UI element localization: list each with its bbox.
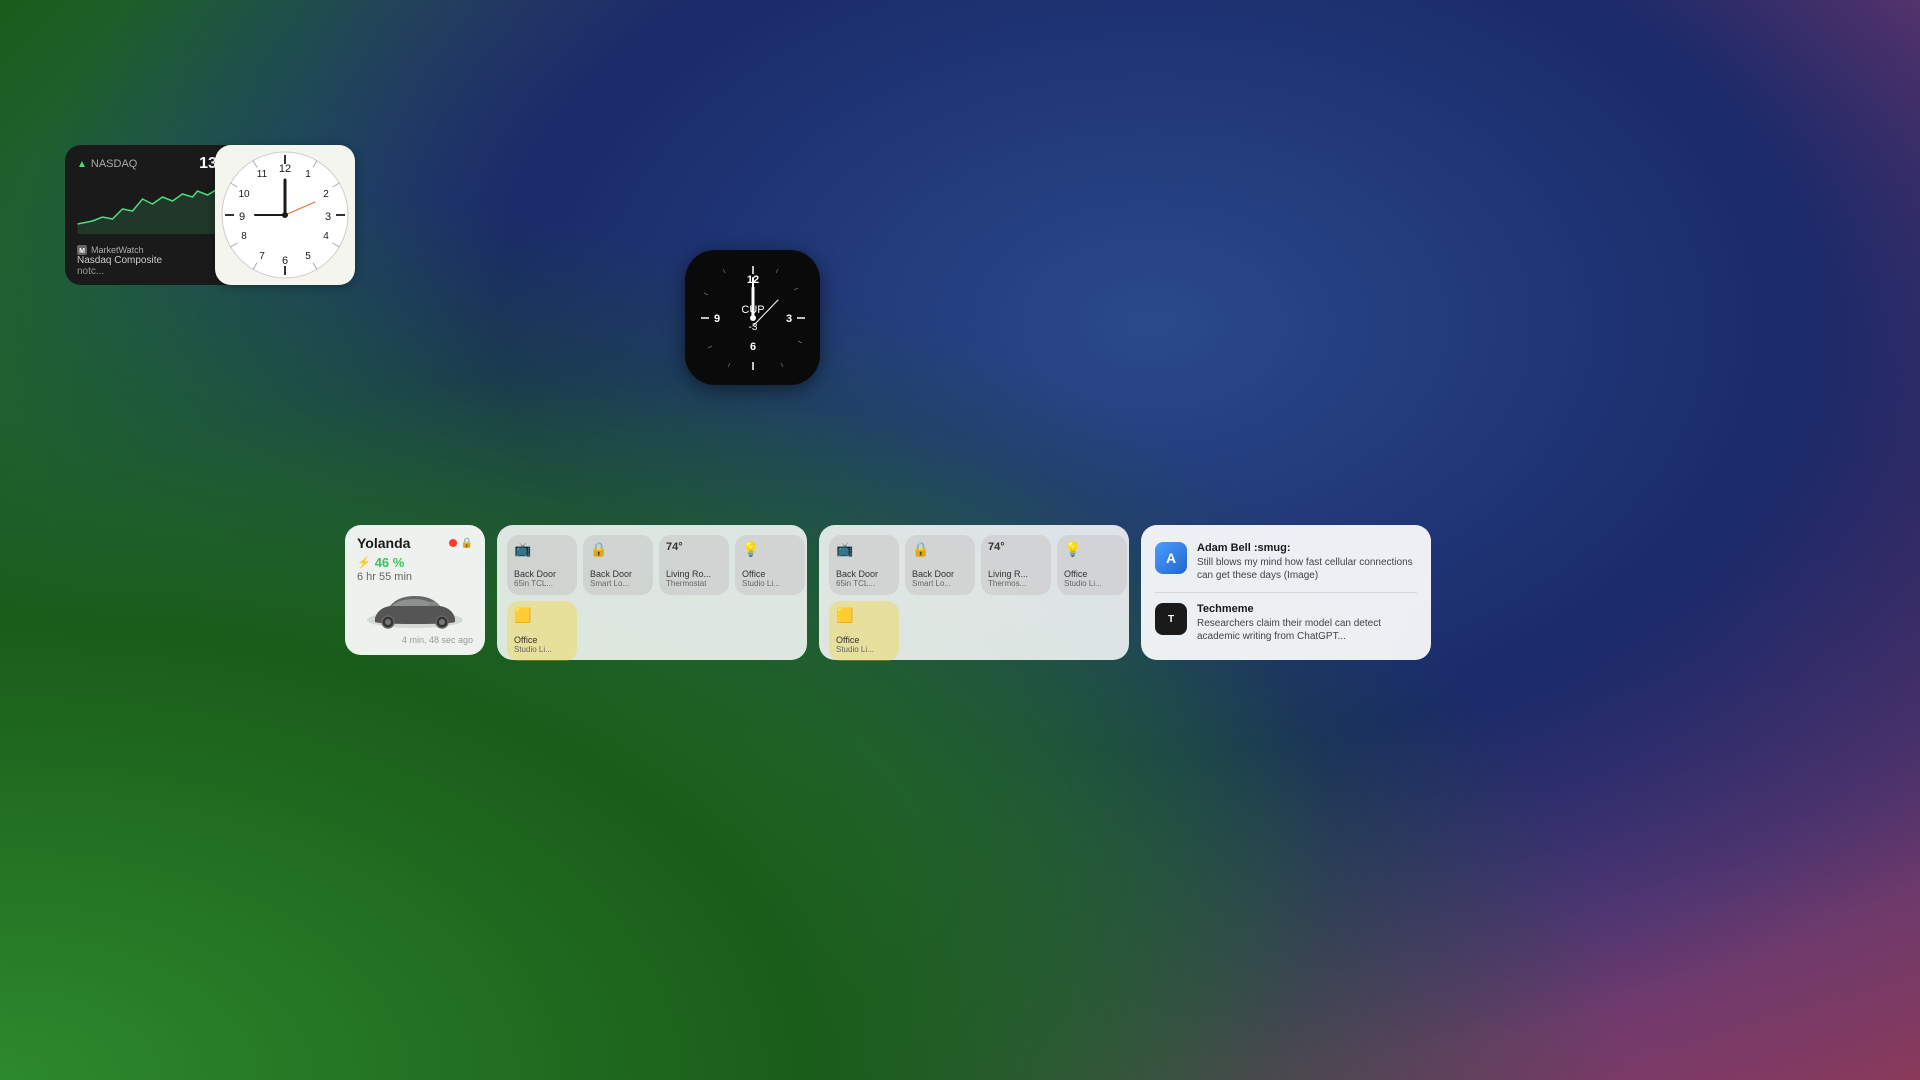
- home-tile-empty-1: [583, 601, 653, 661]
- tech-sender: Techmeme: [1197, 603, 1417, 615]
- marketwatch-icon: M: [77, 245, 87, 255]
- svg-text:2: 2: [323, 189, 329, 200]
- tesla-timestamp: 4 min, 48 sec ago: [357, 635, 473, 645]
- svg-text:5: 5: [305, 251, 311, 262]
- home-tile-backdoor-tv-1[interactable]: 📺 Back Door 65in TCL...: [507, 535, 577, 595]
- lock-tile-icon-2: 🔒: [912, 541, 968, 558]
- analog-clock-widget[interactable]: 12 3 6 9 1 2 4 5 11 10 8 7: [215, 145, 355, 285]
- yellow-light-icon-1: 🟨: [514, 607, 570, 624]
- tesla-battery-row: ⚡ 46 %: [357, 555, 473, 570]
- tile-sub-5: Studio Li...: [514, 646, 570, 655]
- svg-text:7: 7: [259, 251, 265, 262]
- tile-sub-4: Studio Li...: [742, 580, 798, 589]
- notifications-panel[interactable]: A Adam Bell :smug: Still blows my mind h…: [1141, 525, 1431, 660]
- home-tile-empty-6: [1057, 601, 1127, 661]
- tv-icon: 📺: [514, 541, 570, 558]
- svg-text:M: M: [79, 248, 85, 255]
- svg-text:6: 6: [749, 341, 755, 353]
- nasdaq-arrow-icon: ▲: [77, 159, 87, 170]
- tesla-status-icons: 🔒: [449, 538, 473, 549]
- home-tile-backdoor-tv-2[interactable]: 📺 Back Door 65in TCL...: [829, 535, 899, 595]
- marketwatch-label: MarketWatch: [91, 245, 144, 255]
- yellow-light-icon-2: 🟨: [836, 607, 892, 624]
- lock-icon: 🔒: [461, 538, 473, 549]
- home-tile-empty-5: [981, 601, 1051, 661]
- home-tile-office-2[interactable]: 💡 Office Studio Li...: [1057, 535, 1127, 595]
- svg-text:4: 4: [323, 231, 329, 242]
- tile-sub-6: 65in TCL...: [836, 580, 892, 589]
- home-tile-empty-4: [905, 601, 975, 661]
- adam-sender: Adam Bell :smug:: [1197, 542, 1417, 554]
- adam-notif-content: Adam Bell :smug: Still blows my mind how…: [1197, 542, 1417, 582]
- battery-percentage: 46 %: [375, 555, 405, 570]
- lock-tile-icon: 🔒: [590, 541, 646, 558]
- svg-text:-3: -3: [748, 322, 757, 333]
- tile-sub-1: 65in TCL...: [514, 580, 570, 589]
- notif-item-adam[interactable]: A Adam Bell :smug: Still blows my mind h…: [1155, 542, 1417, 582]
- tile-sub-3: Thermostat: [666, 580, 722, 589]
- temp-badge-1: 74°: [666, 541, 722, 553]
- apple-watch-widget[interactable]: 12 CUP 3 9 -3 6: [685, 250, 820, 385]
- office-light-icon-1: 💡: [742, 541, 798, 558]
- svg-text:10: 10: [238, 189, 250, 200]
- svg-text:9: 9: [713, 313, 719, 325]
- tech-avatar: T: [1155, 603, 1187, 635]
- tile-sub-9: Studio Li...: [1064, 580, 1120, 589]
- home-tile-office-1[interactable]: 💡 Office Studio Li...: [735, 535, 805, 595]
- home-tile-office-yellow-1[interactable]: 🟨 Office Studio Li...: [507, 601, 577, 661]
- nasdaq-title: ▲ NASDAQ: [77, 158, 137, 170]
- home-tile-empty-2: [659, 601, 729, 661]
- home-tile-office-yellow-2[interactable]: 🟨 Office Studio Li...: [829, 601, 899, 661]
- home-panel-1[interactable]: 📺 Back Door 65in TCL... 🔒 Back Door Smar…: [497, 525, 807, 660]
- tesla-name: Yolanda: [357, 535, 410, 551]
- tesla-card-header: Yolanda 🔒: [357, 535, 473, 551]
- bottom-widgets-row: Yolanda 🔒 ⚡ 46 % 6 hr 55 min: [345, 525, 1431, 660]
- home-tile-empty-3: [735, 601, 805, 661]
- home-tile-backdoor-lock-1[interactable]: 🔒 Back Door Smart Lo...: [583, 535, 653, 595]
- svg-text:11: 11: [257, 169, 268, 180]
- tile-sub-8: Thermos...: [988, 580, 1044, 589]
- svg-text:3: 3: [785, 313, 791, 325]
- svg-text:9: 9: [239, 211, 245, 223]
- home-tile-thermostat-2[interactable]: 74° Living R... Thermos...: [981, 535, 1051, 595]
- tile-sub-7: Smart Lo...: [912, 580, 968, 589]
- tech-notif-content: Techmeme Researchers claim their model c…: [1197, 603, 1417, 643]
- svg-text:1: 1: [305, 169, 311, 180]
- svg-text:12: 12: [279, 163, 291, 175]
- tech-text: Researchers claim their model can detect…: [1197, 617, 1417, 643]
- tile-sub-10: Studio Li...: [836, 646, 892, 655]
- tesla-car-image: [357, 587, 473, 633]
- notif-divider: [1155, 592, 1417, 593]
- home-tile-thermostat-1[interactable]: 74° Living Ro... Thermostat: [659, 535, 729, 595]
- tv-icon-2: 📺: [836, 541, 892, 558]
- home-panel-2[interactable]: 📺 Back Door 65in TCL... 🔒 Back Door Smar…: [819, 525, 1129, 660]
- office-light-icon-2: 💡: [1064, 541, 1120, 558]
- svg-text:8: 8: [241, 231, 247, 242]
- battery-bolt-icon: ⚡: [357, 556, 371, 569]
- widgets-area: ▲ NASDAQ 13,259 M MarketWatch Nasdaq Com…: [0, 0, 1920, 1080]
- svg-text:3: 3: [325, 211, 331, 223]
- notif-item-tech[interactable]: T Techmeme Researchers claim their model…: [1155, 603, 1417, 643]
- adam-text: Still blows my mind how fast cellular co…: [1197, 556, 1417, 582]
- analog-clock-face: 12 3 6 9 1 2 4 5 11 10 8 7: [220, 150, 350, 280]
- tile-sub-2: Smart Lo...: [590, 580, 646, 589]
- adam-avatar: A: [1155, 542, 1187, 574]
- temp-badge-2: 74°: [988, 541, 1044, 553]
- nasdaq-label: NASDAQ: [91, 158, 137, 170]
- red-dot-icon: [449, 539, 457, 547]
- svg-text:6: 6: [282, 255, 288, 267]
- tesla-time-remaining: 6 hr 55 min: [357, 571, 473, 583]
- tesla-card[interactable]: Yolanda 🔒 ⚡ 46 % 6 hr 55 min: [345, 525, 485, 655]
- watch-clock-svg: 12 CUP 3 9 -3 6: [693, 258, 813, 378]
- home-tile-backdoor-lock-2[interactable]: 🔒 Back Door Smart Lo...: [905, 535, 975, 595]
